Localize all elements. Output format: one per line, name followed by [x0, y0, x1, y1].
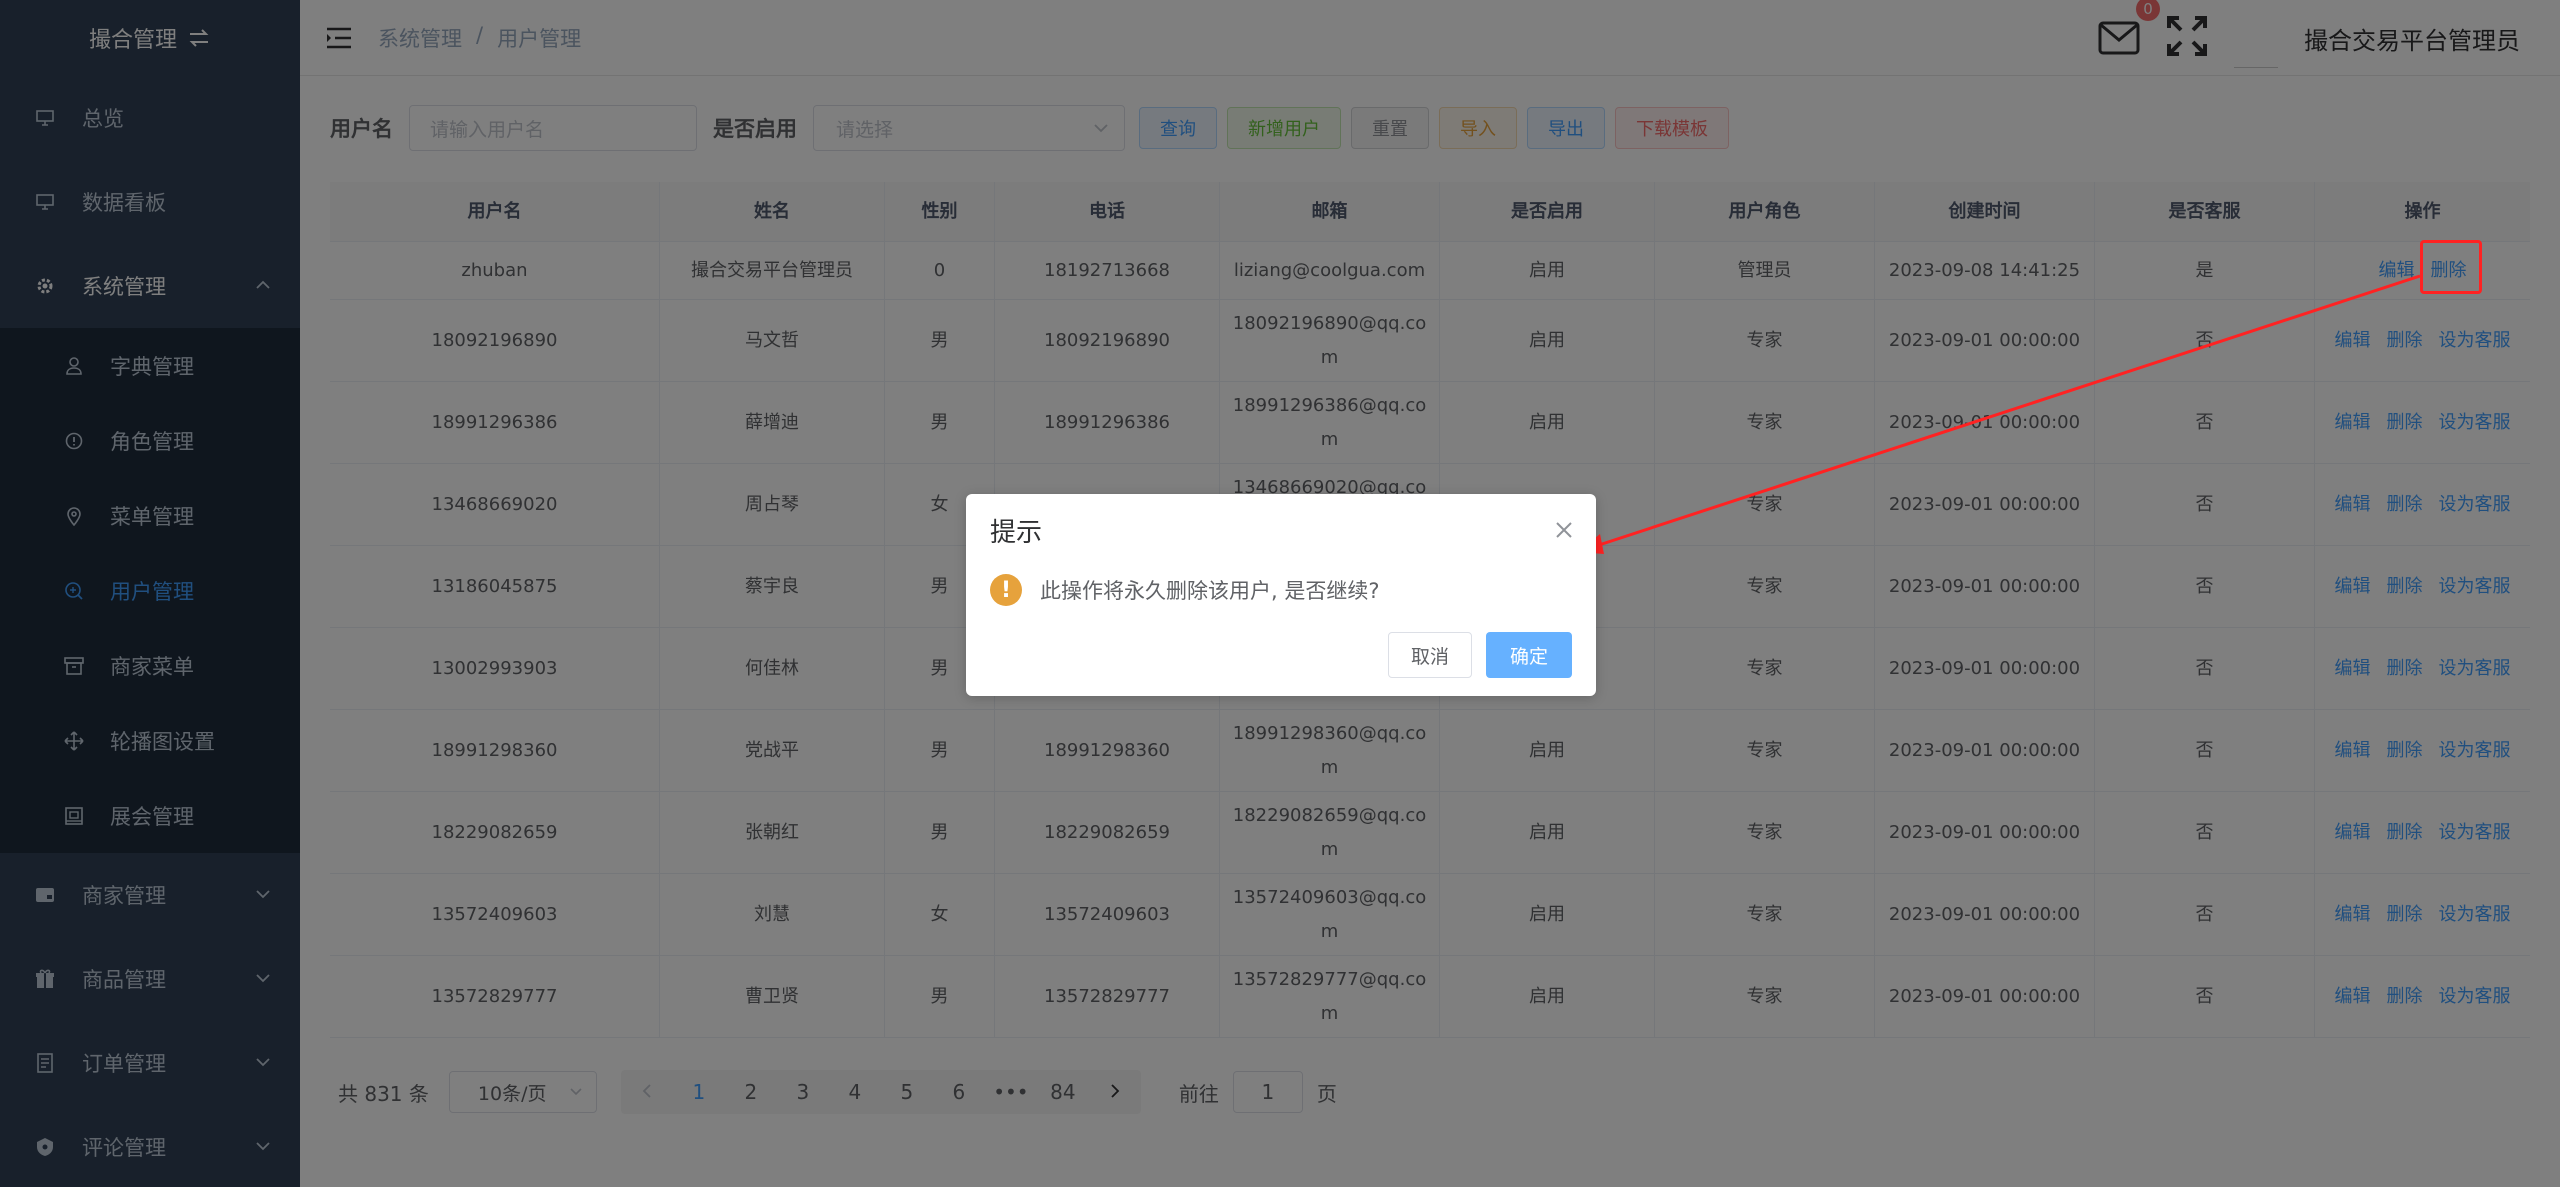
confirm-button[interactable]: 确定 [1485, 632, 1572, 678]
close-icon[interactable] [1554, 520, 1574, 540]
cancel-button[interactable]: 取消 [1387, 632, 1472, 678]
dialog-message: 此操作将永久删除该用户, 是否继续? [1040, 579, 1380, 603]
dialog-title: 提示 [990, 518, 1043, 548]
confirm-dialog: 提示 ! 此操作将永久删除该用户, 是否继续? 取消 确定 [966, 494, 1596, 696]
warning-icon: ! [990, 574, 1022, 606]
dialog-buttons: 取消 确定 [1387, 632, 1572, 678]
dialog-message-row: ! 此操作将永久删除该用户, 是否继续? [990, 574, 1380, 606]
